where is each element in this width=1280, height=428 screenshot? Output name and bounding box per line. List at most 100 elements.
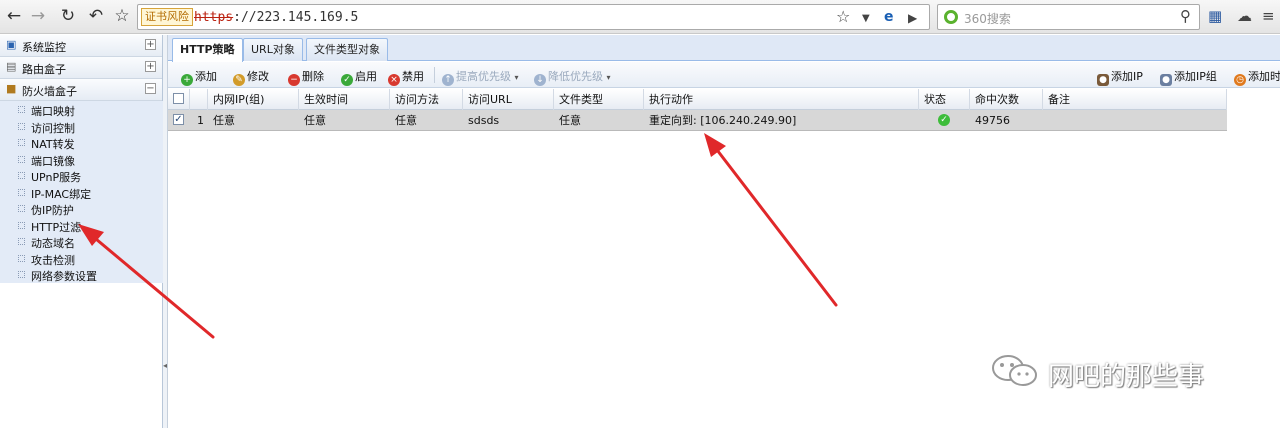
select-all-checkbox[interactable] — [173, 93, 184, 104]
delete-icon: − — [288, 74, 300, 86]
bookmark-star-icon[interactable]: ☆ — [836, 9, 850, 25]
tree-bullet-icon — [18, 205, 25, 212]
lower-priority-button[interactable]: ↓ 降低优先级 ▾ — [534, 68, 611, 86]
sidebar-item-network-params[interactable]: 网络参数设置 — [0, 266, 163, 283]
certificate-warning-badge[interactable]: 证书风险 — [141, 8, 193, 26]
dropdown-arrow-icon[interactable]: ▾ — [515, 73, 519, 82]
tab-url-objects[interactable]: URL对象 — [243, 38, 303, 61]
enable-button[interactable]: ✓ 启用 — [341, 68, 377, 86]
monitor-icon: ▣ — [6, 38, 17, 51]
header-select-all[interactable] — [168, 89, 190, 110]
add-time-label: 添加时 — [1248, 70, 1280, 83]
header-cell[interactable]: 生效时间 — [299, 89, 390, 110]
tab-strip: HTTP策略 URL对象 文件类型对象 — [168, 35, 1280, 62]
cell-time: 任意 — [304, 114, 326, 127]
sidebar-item-nat-forward[interactable]: NAT转发 — [0, 134, 163, 151]
tree-bullet-icon — [18, 221, 25, 229]
disable-button[interactable]: × 禁用 — [388, 68, 424, 86]
header-cell[interactable]: 执行动作 — [644, 89, 919, 110]
toolbar: + 添加 ✎ 修改 − 删除 ✓ 启用 × 禁用 ↑ 提高优先级 ▾ ↓ 降低优先级 ▾ ● 添… — [168, 62, 1280, 88]
cell-action: 重定向到: [106.240.249.90] — [649, 114, 797, 127]
sidebar-item-access-control[interactable]: 访问控制 — [0, 118, 163, 135]
firewall-icon: ■ — [6, 82, 17, 95]
delete-label: 删除 — [302, 70, 324, 83]
360-logo-icon — [944, 10, 958, 24]
dropdown-arrow-icon[interactable]: ▼ — [862, 11, 870, 27]
toolbar-separator — [434, 67, 435, 83]
expand-icon[interactable]: + — [145, 39, 156, 50]
sidebar-group-label: 系统监控 — [22, 41, 66, 54]
edit-button[interactable]: ✎ 修改 — [233, 68, 269, 86]
edit-icon: ✎ — [233, 74, 245, 86]
router-icon: ▤ — [6, 60, 17, 73]
collapse-icon[interactable]: − — [145, 83, 156, 94]
apps-grid-icon[interactable]: ▦ — [1208, 7, 1222, 25]
header-cell[interactable]: 访问URL — [463, 89, 554, 110]
menu-icon[interactable]: ≡ — [1262, 7, 1275, 25]
magnifier-icon[interactable]: ⚲ — [1180, 7, 1191, 25]
tab-file-type-objects[interactable]: 文件类型对象 — [306, 38, 388, 61]
delete-button[interactable]: − 删除 — [288, 68, 324, 86]
row-select-cell[interactable]: ✓ — [168, 110, 190, 131]
raise-priority-label: 提高优先级 — [456, 70, 511, 83]
url-host: ://223.145.169.5 — [233, 10, 359, 25]
sidebar-group-router-box[interactable]: ▤ 路由盒子 + — [0, 57, 162, 79]
row-checkbox[interactable]: ✓ — [173, 114, 184, 125]
sidebar-item-fake-ip-protection[interactable]: 伪IP防护 — [0, 200, 163, 217]
refresh-icon[interactable]: ↻ — [58, 6, 78, 26]
table-row[interactable]: ✓ 1 任意 任意 任意 sdsds 任意 重定向到: [106.240.249… — [168, 110, 1227, 131]
row-index: 1 — [197, 114, 204, 127]
search-placeholder: 360搜索 — [964, 12, 1011, 26]
add-button[interactable]: + 添加 — [181, 68, 217, 86]
tree-bullet-icon — [18, 155, 25, 163]
play-icon[interactable]: ▶ — [908, 10, 917, 26]
sidebar-item-http-filter[interactable]: HTTP过滤 — [0, 217, 163, 234]
tree-bullet-icon — [18, 188, 25, 196]
cell-hits: 49756 — [975, 114, 1010, 127]
add-ip-group-button[interactable]: ● 添加IP组 — [1160, 68, 1217, 86]
user-icon: ● — [1097, 74, 1109, 86]
search-box[interactable]: 360搜索 — [937, 4, 1200, 30]
header-cell[interactable]: 文件类型 — [554, 89, 644, 110]
ie-engine-icon[interactable]: e — [884, 9, 894, 25]
raise-priority-button[interactable]: ↑ 提高优先级 ▾ — [442, 68, 519, 86]
add-ip-group-label: 添加IP组 — [1174, 70, 1217, 83]
tree-bullet-icon — [18, 122, 25, 130]
header-cell[interactable]: 访问方法 — [390, 89, 463, 110]
sidebar-item-port-mirror[interactable]: 端口镜像 — [0, 151, 163, 168]
undo-icon[interactable]: ↶ — [86, 6, 106, 26]
dropdown-arrow-icon[interactable]: ▾ — [607, 73, 611, 82]
tree-bullet-icon — [18, 172, 25, 179]
back-icon[interactable]: ← — [4, 6, 24, 26]
header-cell[interactable]: 备注 — [1043, 89, 1227, 110]
sidebar-item-attack-detection[interactable]: 攻击检测 — [0, 250, 163, 267]
sidebar-group-system-monitor[interactable]: ▣ 系统监控 + — [0, 35, 162, 57]
address-url[interactable]: https://223.145.169.5 — [194, 10, 358, 25]
clock-icon: ◷ — [1234, 74, 1246, 86]
status-enabled-icon: ✓ — [938, 114, 950, 126]
add-time-button[interactable]: ◷ 添加时 — [1234, 68, 1280, 86]
sidebar-item-port-mapping[interactable]: 端口映射 — [0, 101, 163, 118]
lower-priority-label: 降低优先级 — [548, 70, 603, 83]
tree-bullet-icon — [18, 271, 25, 278]
address-bar[interactable]: 证书风险 https://223.145.169.5 ☆ ▼ e ▶ — [137, 4, 930, 30]
sidebar-group-label: 防火墙盒子 — [22, 85, 77, 98]
sidebar-group-firewall-box[interactable]: ■ 防火墙盒子 − — [0, 79, 162, 101]
sidebar-item-ip-mac-binding[interactable]: IP-MAC绑定 — [0, 184, 163, 201]
header-cell[interactable]: 状态 — [919, 89, 970, 110]
forward-icon[interactable]: → — [28, 6, 48, 26]
tab-http-policy[interactable]: HTTP策略 — [172, 38, 243, 62]
collapse-arrow-icon[interactable]: ◂ — [163, 361, 167, 370]
header-cell[interactable]: 命中次数 — [970, 89, 1043, 110]
favorite-star-icon[interactable]: ☆ — [112, 6, 132, 26]
sidebar-item-label: 网络参数设置 — [31, 270, 97, 283]
add-ip-button[interactable]: ● 添加IP — [1097, 68, 1143, 86]
table-header: 内网IP(组) 生效时间 访问方法 访问URL 文件类型 执行动作 状态 命中次… — [168, 89, 1227, 110]
header-cell[interactable]: 内网IP(组) — [208, 89, 299, 110]
sidebar-item-upnp[interactable]: UPnP服务 — [0, 167, 163, 184]
expand-icon[interactable]: + — [145, 61, 156, 72]
watermark: 网吧的那些事 — [990, 352, 1250, 392]
arrow-up-icon: ↑ — [442, 74, 454, 86]
cloud-icon[interactable]: ☁ — [1237, 7, 1252, 25]
sidebar-item-dynamic-dns[interactable]: 动态域名 — [0, 233, 163, 250]
